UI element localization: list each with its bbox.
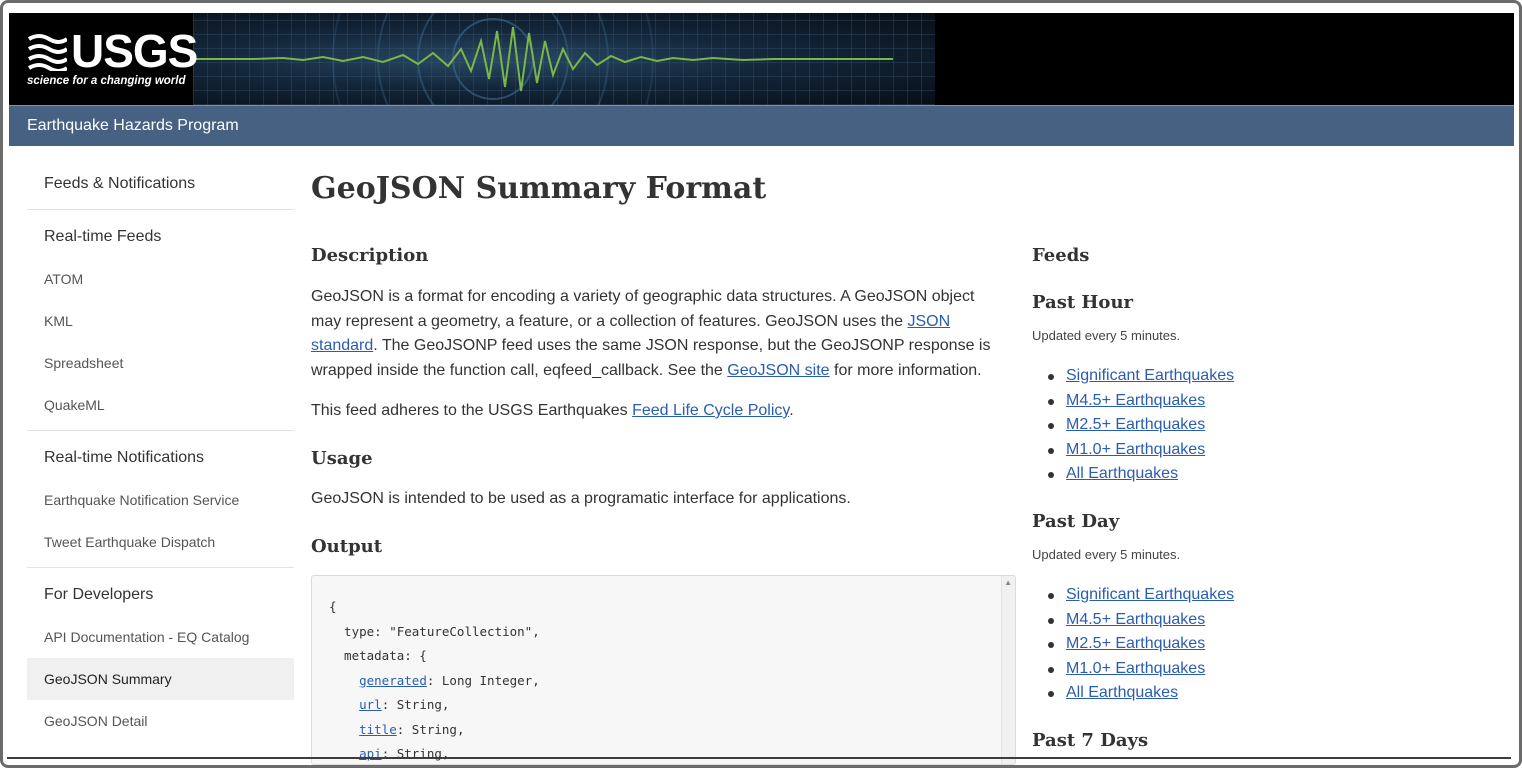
sidebar-item-kml[interactable]: KML	[27, 300, 294, 342]
sidebar-divider	[27, 567, 294, 568]
logo-wordmark: USGS	[71, 25, 198, 77]
generated-field-link[interactable]: generated	[359, 673, 427, 688]
past-hour-m25-link[interactable]: M2.5+ Earthquakes	[1066, 416, 1205, 433]
description-heading: Description	[311, 245, 429, 266]
code-line: metadata: {	[329, 648, 427, 663]
sidebar-divider	[27, 209, 294, 210]
past-day-all-link[interactable]: All Earthquakes	[1066, 684, 1178, 701]
past-hour-feed-list: Significant Earthquakes M4.5+ Earthquake…	[1048, 364, 1234, 487]
scroll-up-arrow-icon[interactable]: ▲	[1004, 578, 1012, 587]
sidebar-heading-realtime-feeds[interactable]: Real-time Feeds	[27, 216, 294, 258]
list-item: Significant Earthquakes	[1048, 583, 1234, 608]
code-line: : String,	[381, 697, 450, 712]
page-title: GeoJSON Summary Format	[311, 171, 767, 206]
usgs-wave-icon	[27, 34, 67, 71]
description-text: for more information.	[829, 361, 982, 379]
past-day-m45-link[interactable]: M4.5+ Earthquakes	[1066, 611, 1205, 628]
program-title-link[interactable]: Earthquake Hazards Program	[27, 117, 239, 135]
policy-text: .	[789, 402, 794, 419]
feeds-heading: Feeds	[1032, 245, 1090, 266]
sidebar-item-geojson-summary[interactable]: GeoJSON Summary	[27, 658, 294, 700]
list-item: M4.5+ Earthquakes	[1048, 389, 1234, 414]
description-text: GeoJSON is a format for encoding a varie…	[311, 288, 975, 330]
past-hour-m10-link[interactable]: M1.0+ Earthquakes	[1066, 441, 1205, 458]
sidebar-item-api-docs[interactable]: API Documentation - EQ Catalog	[27, 616, 294, 658]
browser-window: USGS science for a changing world Earthq…	[0, 0, 1522, 768]
sidebar-nav: Feeds & Notifications Real-time Feeds AT…	[27, 163, 294, 742]
sidebar-heading-realtime-notifications[interactable]: Real-time Notifications	[27, 437, 294, 479]
list-item: M2.5+ Earthquakes	[1048, 413, 1234, 438]
past-7-days-heading: Past 7 Days	[1032, 730, 1149, 751]
sidebar-item-quakeml[interactable]: QuakeML	[27, 384, 294, 426]
past-hour-significant-link[interactable]: Significant Earthquakes	[1066, 367, 1234, 384]
site-header-banner: USGS science for a changing world	[9, 13, 1514, 105]
list-item: M1.0+ Earthquakes	[1048, 657, 1234, 682]
usgs-logo[interactable]: USGS science for a changing world	[25, 25, 198, 93]
description-paragraph: GeoJSON is a format for encoding a varie…	[311, 285, 1001, 383]
sidebar-divider	[27, 430, 294, 431]
geojson-site-link[interactable]: GeoJSON site	[727, 362, 829, 379]
feed-life-cycle-policy-link[interactable]: Feed Life Cycle Policy	[632, 402, 789, 419]
seismograph-graphic	[193, 13, 935, 105]
usage-heading: Usage	[311, 448, 373, 469]
past-hour-m45-link[interactable]: M4.5+ Earthquakes	[1066, 392, 1205, 409]
code-line: type: "FeatureCollection",	[329, 623, 540, 639]
sidebar-item-ens[interactable]: Earthquake Notification Service	[27, 479, 294, 521]
code-scrollbar[interactable]: ▲	[1001, 576, 1015, 764]
policy-paragraph: This feed adheres to the USGS Earthquake…	[311, 399, 1001, 424]
list-item: All Earthquakes	[1048, 462, 1234, 487]
past-day-m25-link[interactable]: M2.5+ Earthquakes	[1066, 635, 1205, 652]
sidebar-heading-for-developers[interactable]: For Developers	[27, 574, 294, 616]
past-hour-all-link[interactable]: All Earthquakes	[1066, 465, 1178, 482]
past-hour-heading: Past Hour	[1032, 292, 1134, 313]
code-line: : String,	[396, 721, 465, 737]
code-line: {	[329, 599, 337, 614]
usage-paragraph: GeoJSON is intended to be used as a prog…	[311, 490, 851, 507]
sidebar-item-atom[interactable]: ATOM	[27, 258, 294, 300]
list-item: M2.5+ Earthquakes	[1048, 632, 1234, 657]
output-heading: Output	[311, 536, 383, 557]
output-code-block[interactable]: { type: "FeatureCollection", metadata: {…	[311, 575, 1016, 765]
sidebar-item-geojson-detail[interactable]: GeoJSON Detail	[27, 700, 294, 742]
past-day-feed-list: Significant Earthquakes M4.5+ Earthquake…	[1048, 583, 1234, 706]
viewport-bottom-edge	[7, 757, 1511, 759]
logo-tagline: science for a changing world	[27, 75, 186, 87]
list-item: M4.5+ Earthquakes	[1048, 608, 1234, 633]
sidebar-item-tweet-dispatch[interactable]: Tweet Earthquake Dispatch	[27, 521, 294, 563]
url-field-link[interactable]: url	[359, 697, 382, 712]
sidebar-heading-feeds-notifications[interactable]: Feeds & Notifications	[27, 163, 294, 205]
code-line: : Long Integer,	[426, 672, 540, 688]
title-field-link[interactable]: title	[359, 722, 397, 737]
list-item: All Earthquakes	[1048, 681, 1234, 706]
past-hour-update-note: Updated every 5 minutes.	[1032, 328, 1181, 343]
sidebar-item-spreadsheet[interactable]: Spreadsheet	[27, 342, 294, 384]
past-day-update-note: Updated every 5 minutes.	[1032, 547, 1181, 562]
list-item: Significant Earthquakes	[1048, 364, 1234, 389]
policy-text: This feed adheres to the USGS Earthquake…	[311, 402, 633, 419]
code-content: { type: "FeatureCollection", metadata: {…	[329, 595, 540, 764]
list-item: M1.0+ Earthquakes	[1048, 438, 1234, 463]
past-day-significant-link[interactable]: Significant Earthquakes	[1066, 586, 1234, 603]
program-bar: Earthquake Hazards Program	[9, 105, 1514, 146]
past-day-m10-link[interactable]: M1.0+ Earthquakes	[1066, 660, 1205, 677]
past-day-heading: Past Day	[1032, 511, 1120, 532]
